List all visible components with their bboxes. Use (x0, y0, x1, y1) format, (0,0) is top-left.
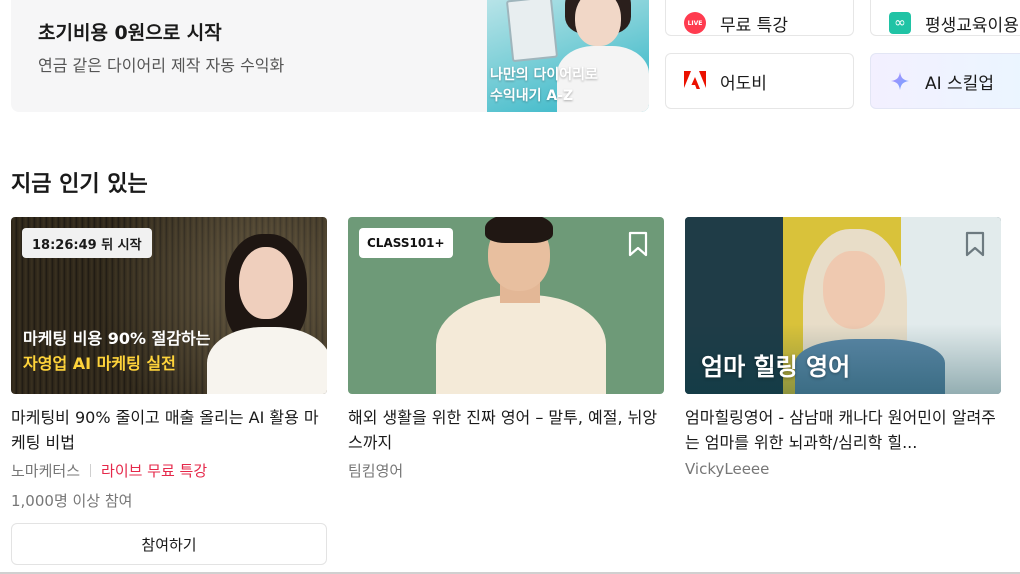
promo-banner[interactable]: 초기비용 0원으로 시작 연금 같은 다이어리 제작 자동 수익화 나만의 다이… (11, 0, 649, 112)
course-title[interactable]: 해외 생활을 위한 진짜 영어 – 말투, 예절, 뉘앙스까지 (348, 405, 664, 455)
bookmark-icon[interactable] (628, 231, 648, 257)
adobe-icon (684, 70, 706, 92)
participant-count: 1,000명 이상 참여 (11, 492, 133, 510)
course-title[interactable]: 마케팅비 90% 줄이고 매출 올리는 AI 활용 마케팅 비법 (11, 405, 327, 455)
creator-name: VickyLeeee (685, 460, 770, 478)
class101-plus-badge: CLASS101+ (359, 228, 453, 258)
shortcut-lifelong-label: 평생교육이용 (925, 15, 1019, 36)
instructor-face (823, 251, 885, 329)
course-thumbnail[interactable]: 엄마 힐링 영어 (685, 217, 1001, 394)
thumb-caption-line2: 자영업 AI 마케팅 실전 (23, 354, 176, 373)
meta-divider (90, 464, 92, 477)
banner-thumbnail: 나만의 다이어리로 수익내기 A-Z (487, 0, 649, 112)
countdown-badge: 18:26:49 뒤 시작 (22, 228, 152, 258)
course-card[interactable]: 엄마 힐링 영어 엄마힐링영어 - 삼남매 캐나다 원어민이 알려주는 엄마를 … (685, 217, 1001, 478)
infinity-icon: ∞ (889, 12, 911, 34)
page: 초기비용 0원으로 시작 연금 같은 다이어리 제작 자동 수익화 나만의 다이… (0, 0, 1020, 574)
course-meta: 노마케터스 라이브 무료 특강 (11, 460, 327, 481)
shortcut-lifelong-learning[interactable]: ∞ 평생교육이용 (870, 0, 1020, 36)
instructor-hair (485, 217, 553, 243)
section-title: 지금 인기 있는 (11, 172, 148, 197)
thumb-caption-line1: 마케팅 비용 90% 절감하는 (23, 329, 211, 348)
instructor-body (207, 327, 327, 394)
course-thumbnail[interactable]: CLASS101+ (348, 217, 664, 394)
shortcut-ai-skillup[interactable]: AI 스킬업 (870, 53, 1020, 109)
banner-subtitle: 연금 같은 다이어리 제작 자동 수익화 (38, 56, 285, 75)
shortcut-adobe-label: 어도비 (720, 73, 767, 94)
diary-image (505, 0, 559, 63)
course-card[interactable]: CLASS101+ 해외 생활을 위한 진짜 영어 – 말투, 예절, 뉘앙스까… (348, 217, 664, 481)
instructor-face (239, 247, 293, 319)
course-meta: VickyLeeee (685, 460, 1001, 478)
creator-name: 팀킴영어 (348, 462, 404, 480)
shortcut-free-lecture-label: 무료 특강 (720, 15, 788, 36)
course-meta: 팀킴영어 (348, 460, 664, 481)
banner-thumb-line1: 나만의 다이어리로 (490, 67, 598, 83)
infinity-glyph: ∞ (889, 12, 911, 34)
join-button[interactable]: 참여하기 (11, 523, 327, 565)
creator-name: 노마케터스 (11, 462, 81, 480)
banner-title: 초기비용 0원으로 시작 (38, 22, 222, 44)
shortcut-adobe[interactable]: 어도비 (665, 53, 854, 109)
thumb-title: 엄마 힐링 영어 (701, 353, 851, 381)
banner-thumb-line2: 수익내기 A-Z (490, 88, 574, 104)
live-tag: 라이브 무료 특강 (101, 462, 208, 480)
bookmark-icon[interactable] (965, 231, 985, 257)
course-card[interactable]: 18:26:49 뒤 시작 마케팅 비용 90% 절감하는 자영업 AI 마케팅… (11, 217, 327, 565)
live-badge: LIVE (684, 12, 706, 34)
instructor-face (575, 0, 621, 46)
course-title[interactable]: 엄마힐링영어 - 삼남매 캐나다 원어민이 알려주는 엄마를 위한 뇌과학/심리… (685, 405, 1001, 455)
live-icon: LIVE (684, 12, 706, 34)
instructor-body (436, 295, 606, 394)
shortcut-ai-label: AI 스킬업 (925, 73, 994, 94)
sparkle-icon (889, 70, 911, 92)
course-thumbnail[interactable]: 18:26:49 뒤 시작 마케팅 비용 90% 절감하는 자영업 AI 마케팅… (11, 217, 327, 394)
shortcut-free-lecture[interactable]: LIVE 무료 특강 (665, 0, 854, 36)
